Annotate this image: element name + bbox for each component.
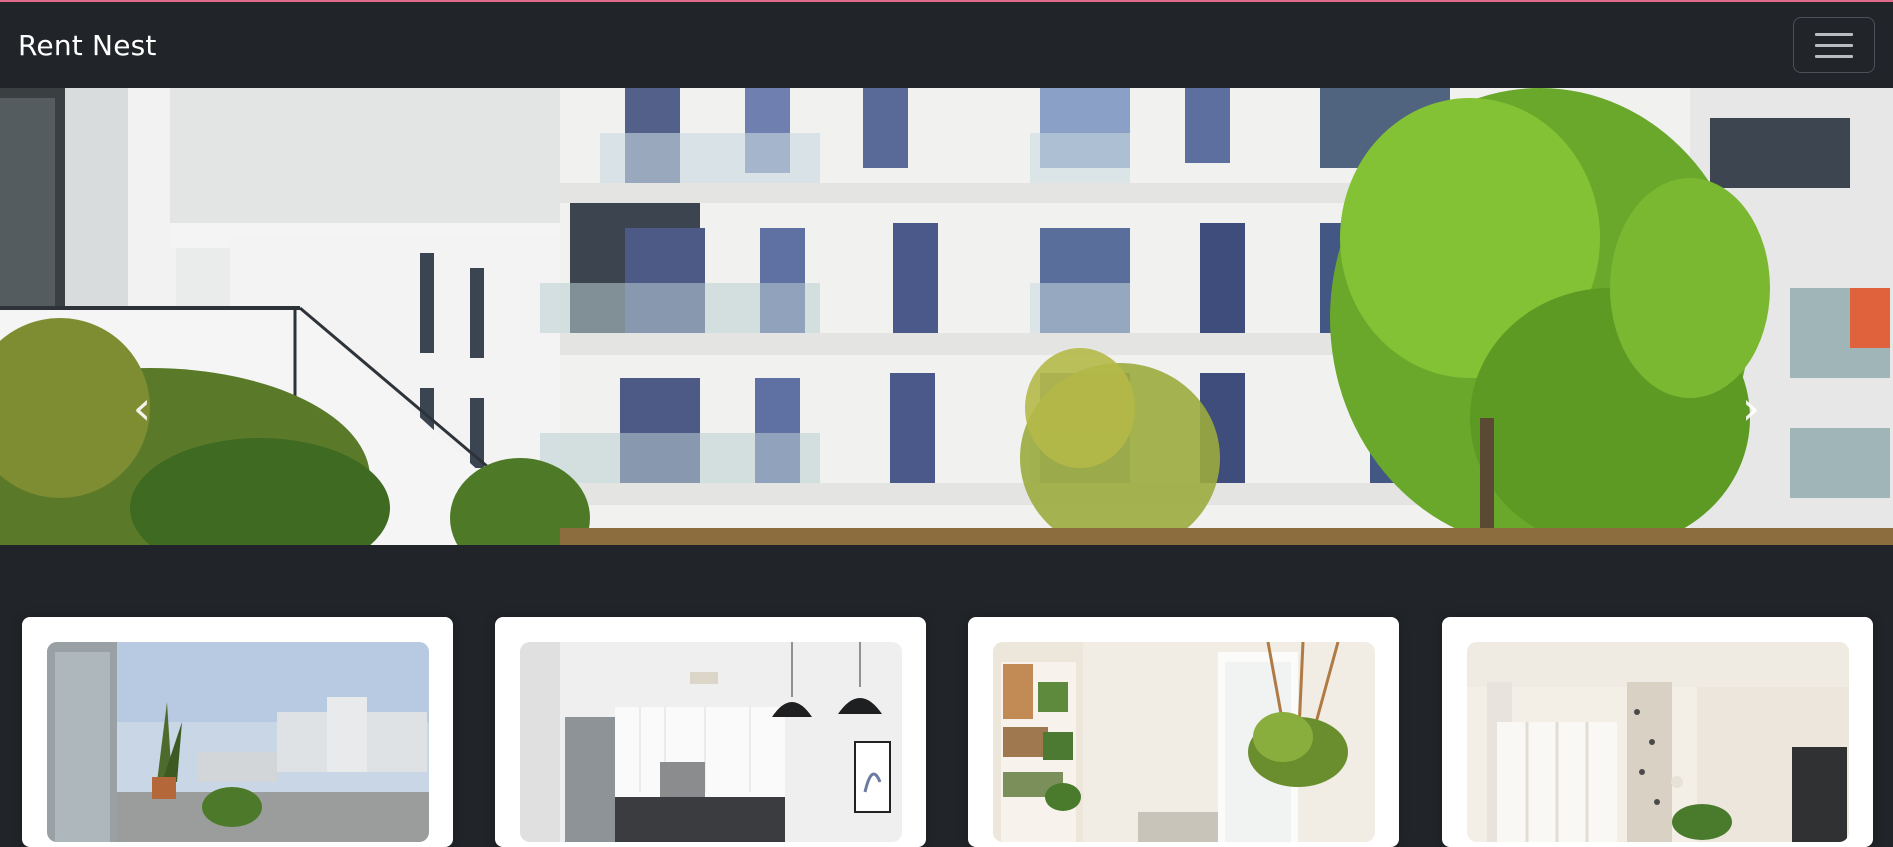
chevron-left-icon: ‹ bbox=[132, 381, 152, 435]
carousel-prev-button[interactable]: ‹ bbox=[122, 378, 162, 438]
listing-image[interactable] bbox=[1467, 642, 1849, 842]
listing-image[interactable] bbox=[47, 642, 429, 842]
navbar-toggler-button[interactable] bbox=[1793, 17, 1875, 73]
listing-card[interactable] bbox=[968, 617, 1399, 847]
hamburger-menu-icon bbox=[1815, 32, 1853, 36]
listing-card[interactable] bbox=[1442, 617, 1873, 847]
listing-image[interactable] bbox=[520, 642, 902, 842]
listing-card[interactable] bbox=[495, 617, 926, 847]
chevron-right-icon: › bbox=[1741, 381, 1761, 435]
listing-card[interactable] bbox=[22, 617, 453, 847]
brand-link[interactable]: Rent Nest bbox=[18, 29, 157, 62]
hero-carousel: ‹ › bbox=[0, 88, 1893, 545]
carousel-next-button[interactable]: › bbox=[1731, 378, 1771, 438]
navbar: Rent Nest bbox=[0, 2, 1893, 88]
hero-image bbox=[0, 88, 1893, 545]
listing-image[interactable] bbox=[993, 642, 1375, 842]
listing-cards bbox=[0, 617, 1893, 847]
